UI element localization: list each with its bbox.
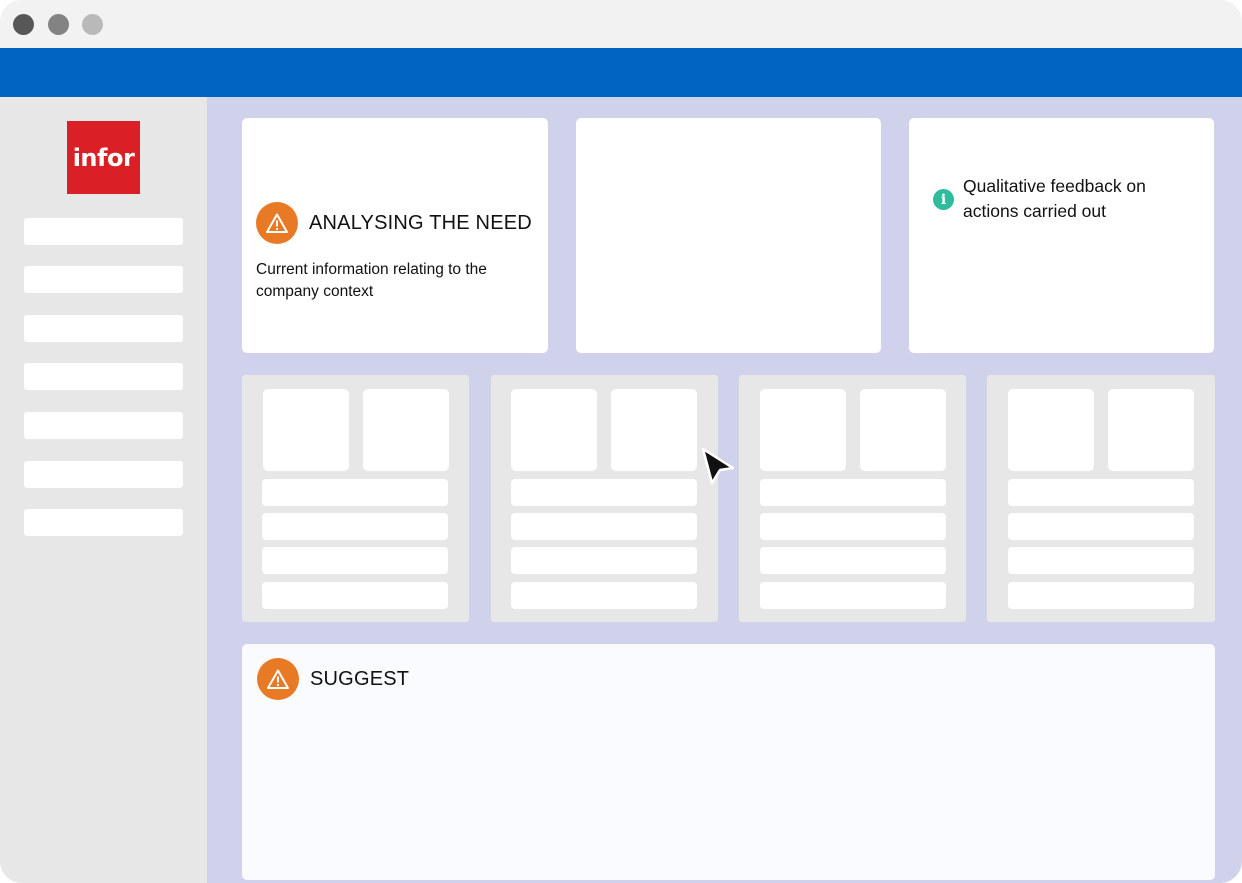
tile[interactable] <box>511 389 597 471</box>
list-item[interactable] <box>511 479 697 506</box>
analysing-need-card[interactable]: ANALYSING THE NEED Current information r… <box>242 118 548 353</box>
tile[interactable] <box>860 389 946 471</box>
feedback-card[interactable]: i Qualitative feedback on actions carrie… <box>909 118 1214 353</box>
tile[interactable] <box>1008 389 1094 471</box>
feedback-text: Qualitative feedback on actions carried … <box>963 176 1146 221</box>
close-window-button[interactable] <box>13 14 34 35</box>
list-item[interactable] <box>760 479 946 506</box>
tile[interactable] <box>611 389 697 471</box>
card-description: Current information relating to the comp… <box>256 261 487 300</box>
sidebar-item-7[interactable] <box>24 509 183 536</box>
sidebar-item-1[interactable] <box>24 218 183 245</box>
list-item[interactable] <box>511 582 697 609</box>
card-header: SUGGEST <box>257 658 409 700</box>
tile[interactable] <box>760 389 846 471</box>
list-item[interactable] <box>1008 582 1194 609</box>
widget-panel-3[interactable] <box>739 375 966 622</box>
sidebar: infor <box>0 97 207 883</box>
list-item[interactable] <box>1008 547 1194 574</box>
logo-text: infor <box>72 143 135 172</box>
blank-card[interactable] <box>576 118 881 353</box>
tile[interactable] <box>1108 389 1194 471</box>
list-item[interactable] <box>1008 513 1194 540</box>
list-item[interactable] <box>511 513 697 540</box>
sidebar-item-6[interactable] <box>24 461 183 488</box>
warning-icon <box>257 658 299 700</box>
app-window: infor ANALYSING THE NEED Current informa… <box>0 0 1242 883</box>
tile[interactable] <box>263 389 349 471</box>
widget-panel-2[interactable] <box>491 375 718 622</box>
main-content: ANALYSING THE NEED Current information r… <box>207 97 1242 883</box>
list-item[interactable] <box>262 479 448 506</box>
mouse-pointer-icon <box>701 447 735 485</box>
widget-panel-4[interactable] <box>987 375 1215 622</box>
list-item[interactable] <box>760 582 946 609</box>
top-navigation-bar <box>0 48 1242 97</box>
list-item[interactable] <box>760 513 946 540</box>
minimize-window-button[interactable] <box>48 14 69 35</box>
sidebar-item-5[interactable] <box>24 412 183 439</box>
infor-logo[interactable]: infor <box>67 121 140 194</box>
list-item[interactable] <box>262 513 448 540</box>
suggest-card[interactable]: SUGGEST <box>242 644 1215 880</box>
list-item[interactable] <box>760 547 946 574</box>
card-header: ANALYSING THE NEED <box>256 202 532 244</box>
tile[interactable] <box>363 389 449 471</box>
title-bar <box>0 0 1242 48</box>
card-title: ANALYSING THE NEED <box>309 211 532 234</box>
sidebar-item-4[interactable] <box>24 363 183 390</box>
list-item[interactable] <box>1008 479 1194 506</box>
list-item[interactable] <box>262 582 448 609</box>
warning-icon <box>256 202 298 244</box>
widget-panel-1[interactable] <box>242 375 469 622</box>
sidebar-item-2[interactable] <box>24 266 183 293</box>
zoom-window-button[interactable] <box>82 14 103 35</box>
info-icon: i <box>933 189 954 210</box>
card-title: SUGGEST <box>310 667 410 690</box>
list-item[interactable] <box>511 547 697 574</box>
sidebar-item-3[interactable] <box>24 315 183 342</box>
list-item[interactable] <box>262 547 448 574</box>
